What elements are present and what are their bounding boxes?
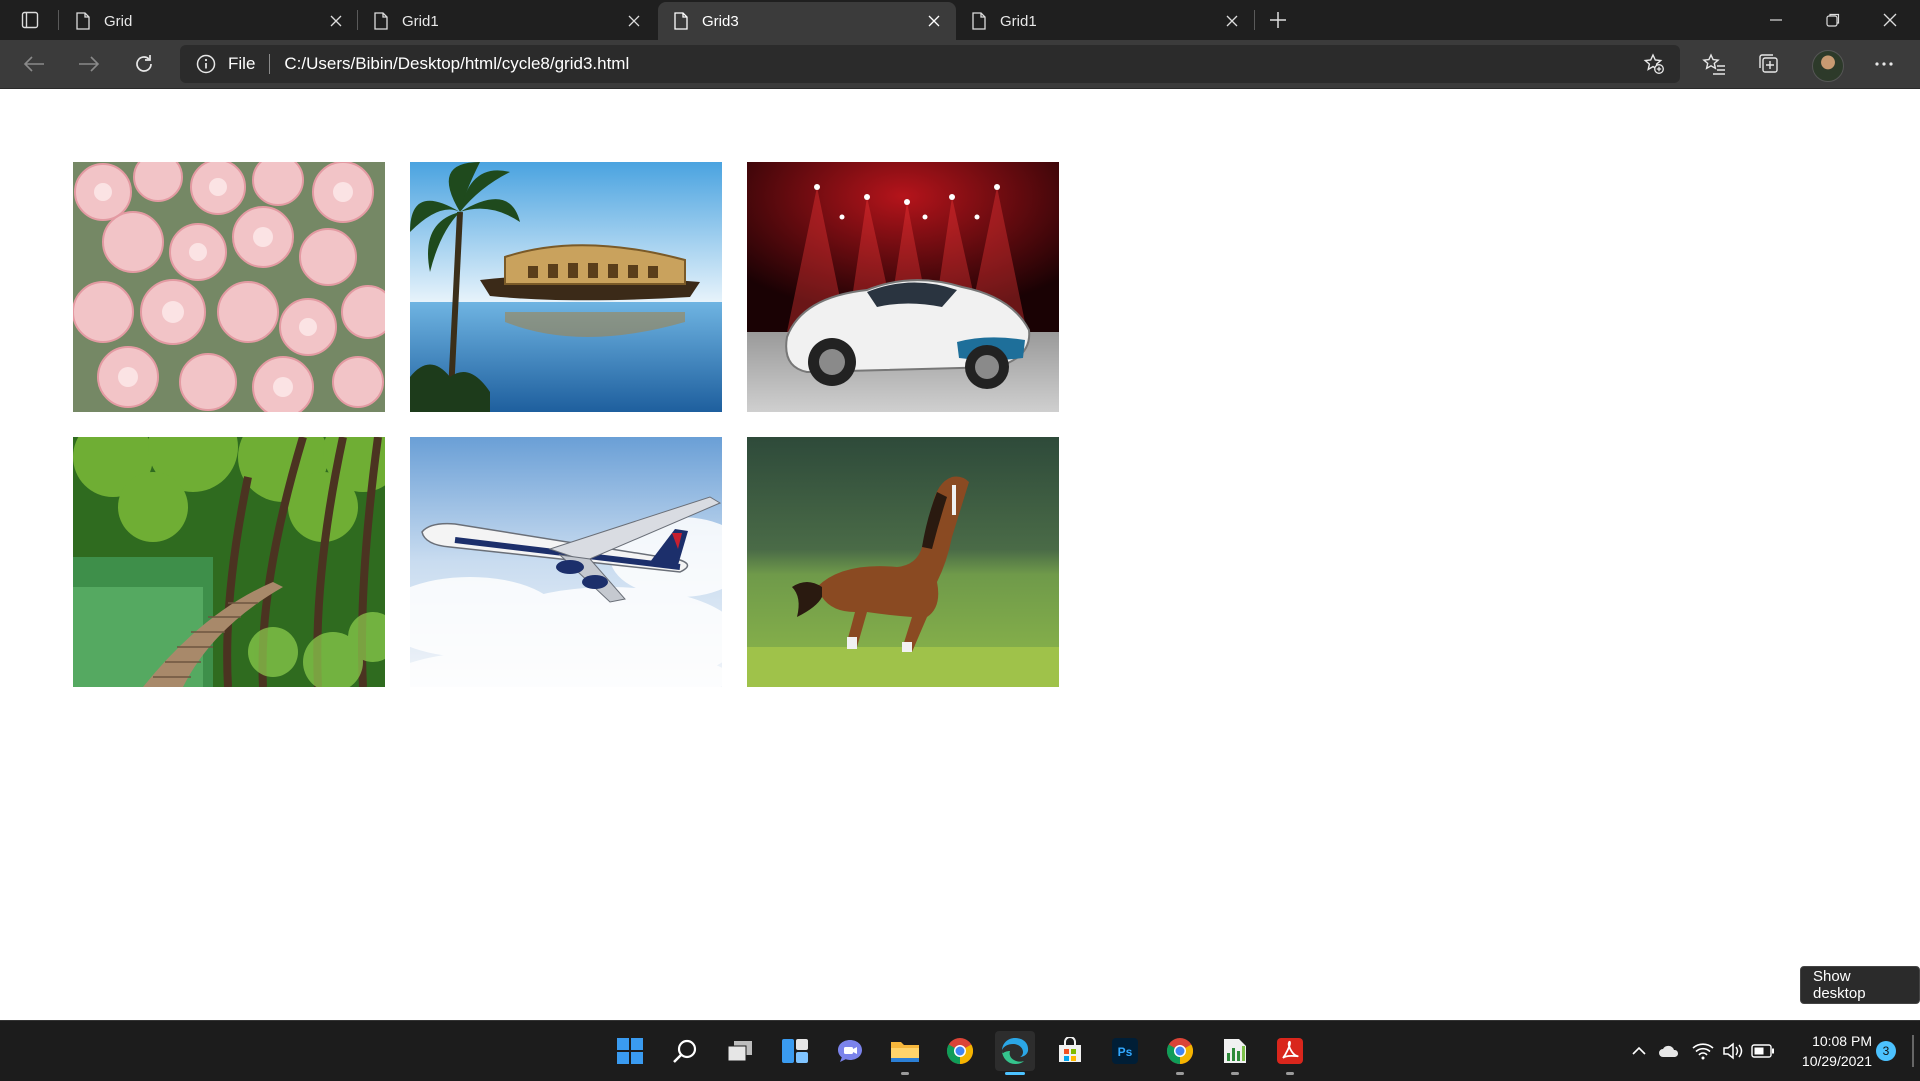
charts-app-icon[interactable] [1215, 1031, 1255, 1075]
close-tab-icon[interactable] [1218, 7, 1246, 35]
active-app-indicator [1005, 1072, 1025, 1075]
forward-arrow-icon[interactable] [71, 48, 107, 80]
start-icon[interactable] [610, 1031, 650, 1071]
tab-label: Grid1 [402, 12, 439, 30]
photoshop-icon[interactable]: Ps [1105, 1031, 1145, 1071]
tab-actions-icon[interactable] [14, 6, 46, 34]
clock-date: 10/29/2021 [1801, 1053, 1872, 1069]
notification-badge[interactable]: 3 [1876, 1041, 1896, 1061]
tab-grid3[interactable]: Grid3 [658, 2, 956, 40]
running-indicator [1286, 1072, 1294, 1075]
more-options-icon[interactable] [1866, 48, 1902, 80]
chrome-icon[interactable] [940, 1031, 980, 1071]
page-icon [674, 12, 688, 30]
page-icon [972, 12, 986, 30]
show-desktop-button[interactable] [1912, 1035, 1914, 1067]
address-divider [269, 54, 271, 74]
tab-separator [58, 10, 59, 30]
edge-icon[interactable] [995, 1031, 1035, 1075]
tab-grid1-second[interactable]: Grid1 [956, 2, 1254, 40]
battery-icon[interactable] [1751, 1039, 1775, 1063]
tab-label: Grid3 [702, 12, 739, 30]
close-window-icon[interactable] [1862, 0, 1918, 40]
volume-icon[interactable] [1721, 1039, 1745, 1063]
tab-grid1[interactable]: Grid1 [358, 2, 656, 40]
collections-icon[interactable] [1751, 48, 1787, 80]
horse-image [747, 437, 1059, 687]
task-view-icon[interactable] [720, 1031, 760, 1071]
onedrive-icon[interactable] [1657, 1039, 1681, 1063]
tab-label: Grid [104, 12, 133, 30]
houseboat-image [410, 162, 722, 412]
back-arrow-icon[interactable] [16, 48, 52, 80]
new-tab-icon[interactable] [1262, 6, 1294, 34]
running-indicator [1231, 1072, 1239, 1075]
favorites-icon[interactable] [1696, 48, 1732, 80]
page-icon [374, 12, 388, 30]
close-tab-icon[interactable] [620, 7, 648, 35]
store-icon[interactable] [1050, 1031, 1090, 1071]
sports-car-image [747, 162, 1059, 412]
browser-toolbar: File C:/Users/Bibin/Desktop/html/cycle8/… [0, 40, 1920, 89]
add-favorite-icon[interactable] [1638, 49, 1670, 79]
profile-avatar[interactable] [1812, 50, 1844, 82]
close-tab-icon[interactable] [920, 7, 948, 35]
tab-strip: Grid Grid1 Grid3 Grid1 [0, 0, 1920, 40]
show-desktop-tooltip: Show desktop [1800, 966, 1920, 1004]
close-tab-icon[interactable] [322, 7, 350, 35]
search-icon[interactable] [665, 1031, 705, 1071]
restore-icon[interactable] [1805, 0, 1861, 40]
tab-label: Grid1 [1000, 12, 1037, 30]
chat-icon[interactable] [830, 1031, 870, 1071]
file-explorer-icon[interactable] [885, 1031, 925, 1075]
url-text[interactable]: C:/Users/Bibin/Desktop/html/cycle8/grid3… [284, 54, 629, 74]
minimize-icon[interactable] [1748, 0, 1804, 40]
taskbar-clock[interactable]: 10:08 PM 10/29/2021 [1792, 1031, 1872, 1071]
page-icon [76, 12, 90, 30]
chrome-icon[interactable] [1160, 1031, 1200, 1075]
airplane-image [410, 437, 722, 687]
acrobat-icon[interactable] [1270, 1031, 1310, 1075]
wifi-icon[interactable] [1691, 1039, 1715, 1063]
clock-time: 10:08 PM [1812, 1033, 1872, 1049]
taskbar: Ps 10:08 PM 10/29/2021 3 [0, 1020, 1920, 1081]
tab-separator [1254, 10, 1255, 30]
refresh-icon[interactable] [126, 48, 162, 80]
tab-grid[interactable]: Grid [60, 2, 358, 40]
forest-boardwalk-image [73, 437, 385, 687]
site-scheme-label[interactable]: File [228, 54, 255, 74]
image-grid [73, 162, 1059, 687]
info-icon[interactable] [196, 53, 218, 75]
running-indicator [1176, 1072, 1184, 1075]
chevron-up-icon[interactable] [1627, 1039, 1651, 1063]
address-bar[interactable]: File C:/Users/Bibin/Desktop/html/cycle8/… [180, 45, 1680, 83]
svg-text:Ps: Ps [1118, 1045, 1133, 1059]
running-indicator [901, 1072, 909, 1075]
widgets-icon[interactable] [775, 1031, 815, 1071]
rose-image [73, 162, 385, 412]
